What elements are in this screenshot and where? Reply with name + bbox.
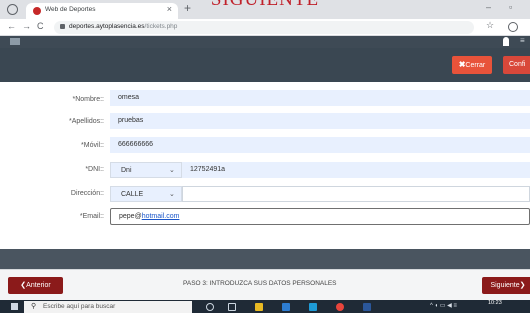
anterior-label: Anterior	[26, 282, 51, 289]
cerrar-button[interactable]: ✖Cerrar	[452, 56, 492, 74]
windows-start-icon[interactable]	[11, 303, 18, 310]
direccion-input[interactable]	[182, 186, 530, 202]
windows-taskbar: ⚲ Escribe aquí para buscar ^ ◖ ▭ ◀ ≡ 10:…	[0, 300, 530, 313]
app-top-bar: ≡	[0, 36, 530, 48]
wizard-footer: ❮Anterior PASO 3: INTRODUZCA SUS DATOS P…	[0, 269, 530, 300]
chevron-down-icon: ⌄	[169, 167, 175, 174]
siguiente-label: Siguiente	[490, 282, 520, 289]
profile-icon[interactable]	[508, 22, 518, 32]
menu-icon[interactable]: ≡	[520, 36, 525, 45]
email-input[interactable]: pepe@hotmail.com	[110, 208, 530, 225]
cortana-icon[interactable]	[206, 303, 214, 311]
email-prefix: pepe@	[119, 213, 142, 220]
anterior-button[interactable]: ❮Anterior	[8, 277, 63, 294]
star-icon[interactable]: ☆	[486, 20, 494, 31]
cerrar-label: Cerrar	[465, 62, 486, 69]
url-box[interactable]: deportes.aytoplasencia.es/tickets.php	[54, 21, 474, 34]
movil-label: *Móvil::	[81, 142, 104, 149]
nombre-label: *Nombre::	[72, 96, 104, 103]
search-placeholder: Escribe aquí para buscar	[43, 303, 116, 310]
url-path: /tickets.php	[144, 23, 178, 30]
confirmar-button[interactable]: Confi	[503, 56, 530, 74]
clock-time: 10:23	[488, 300, 502, 306]
search-icon: ⚲	[31, 303, 37, 310]
system-tray[interactable]: ^ ◖ ▭ ◀ ≡	[430, 302, 457, 309]
screen: SIGUIENTE Web de Deportes × + – ▫ ← → C …	[0, 0, 530, 313]
direccion-type-select[interactable]: CALLE ⌄	[110, 186, 182, 202]
task-view-icon[interactable]	[228, 303, 236, 311]
refresh-icon[interactable]: C	[37, 21, 44, 31]
forward-icon[interactable]: →	[22, 21, 31, 31]
app-header-band	[0, 48, 530, 82]
back-icon[interactable]: ←	[7, 21, 16, 31]
store-icon[interactable]	[282, 303, 290, 311]
email-domain-link[interactable]: hotmail.com	[142, 213, 180, 220]
clock[interactable]: 10:23	[488, 300, 502, 306]
email-value: pepe@hotmail.com	[119, 213, 179, 220]
dni-value: 12752491a	[190, 166, 226, 173]
chevron-down-icon: ⌄	[169, 191, 175, 198]
apellidos-label: *Apellidos::	[68, 118, 104, 125]
lock-icon	[60, 24, 65, 29]
siguiente-button[interactable]: Siguiente❯	[482, 277, 530, 294]
taskbar-search[interactable]: ⚲ Escribe aquí para buscar	[24, 301, 192, 313]
url-text: deportes.aytoplasencia.es/tickets.php	[69, 23, 177, 30]
address-bar: ← → C deportes.aytoplasencia.es/tickets.…	[0, 19, 530, 36]
content-bottom-band	[0, 249, 530, 269]
word-icon[interactable]	[363, 303, 371, 311]
app-logo	[10, 38, 20, 45]
confirmar-label: Confi	[509, 61, 526, 68]
email-label: *Email::	[79, 213, 104, 220]
edge-icon[interactable]	[309, 303, 317, 311]
url-host: deportes.aytoplasencia.es	[69, 23, 145, 30]
direccion-label: Dirección::	[70, 190, 104, 197]
file-explorer-icon[interactable]	[255, 303, 263, 311]
direccion-type-value: CALLE	[121, 191, 144, 198]
overlay-title: SIGUIENTE	[0, 0, 530, 11]
dni-type-select[interactable]: Dni ⌄	[110, 162, 182, 178]
nombre-value: omesa	[118, 94, 140, 101]
movil-input[interactable]: 666666666	[110, 137, 530, 153]
dni-label: *DNI::	[85, 166, 104, 173]
user-icon[interactable]	[503, 37, 509, 46]
chrome-icon[interactable]	[336, 303, 344, 311]
nombre-input[interactable]: omesa	[110, 90, 530, 106]
step-indicator: PASO 3: INTRODUZCA SUS DATOS PERSONALES	[183, 280, 337, 287]
dni-input[interactable]: 12752491a	[182, 162, 530, 178]
apellidos-value: pruebas	[118, 117, 144, 124]
chevron-right-icon: ❯	[519, 282, 526, 289]
apellidos-input[interactable]: pruebas	[110, 113, 530, 129]
dni-type-value: Dni	[121, 167, 132, 174]
movil-value: 666666666	[118, 141, 154, 148]
